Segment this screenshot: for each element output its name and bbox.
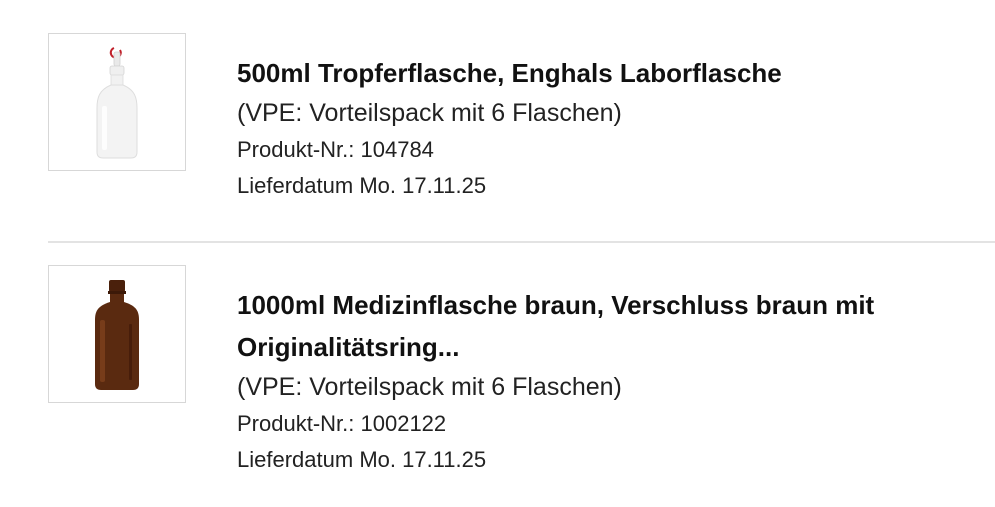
product-info: 1000ml Medizinflasche braun, Verschluss … [237,284,977,478]
packaging-unit: (VPE: Vorteilspack mit 6 Flaschen) [237,99,622,127]
delivery-date-value: Mo. 17.11.25 [359,447,487,472]
product-title[interactable]: 1000ml Medizinflasche braun, Verschluss … [237,284,977,368]
product-number-label: Produkt-Nr.: [237,137,355,162]
delivery-date-label: Lieferdatum [237,447,354,472]
delivery-date-value: Mo. 17.11.25 [359,173,487,198]
dropper-bottle-white-icon [96,47,138,159]
product-title[interactable]: 500ml Tropferflasche, Enghals Laborflasc… [237,52,977,94]
product-info: 500ml Tropferflasche, Enghals Laborflasc… [237,52,977,204]
product-number-value: 104784 [360,137,434,162]
product-number-label: Produkt-Nr.: [237,411,355,436]
amber-medicine-bottle-icon [95,280,139,390]
delivery-date: Lieferdatum Mo. 17.11.25 [237,442,977,478]
product-image[interactable] [48,265,186,403]
product-number: Produkt-Nr.: 104784 [237,132,977,168]
delivery-date-label: Lieferdatum [237,173,354,198]
product-number: Produkt-Nr.: 1002122 [237,406,977,442]
divider [48,241,995,243]
product-item: 500ml Tropferflasche, Enghals Laborflasc… [0,0,995,242]
product-image[interactable] [48,33,186,171]
product-number-value: 1002122 [360,411,447,436]
delivery-date: Lieferdatum Mo. 17.11.25 [237,168,977,204]
packaging-unit: (VPE: Vorteilspack mit 6 Flaschen) [237,373,622,401]
product-item: 1000ml Medizinflasche braun, Verschluss … [0,244,995,507]
product-list: 500ml Tropferflasche, Enghals Laborflasc… [0,0,995,507]
